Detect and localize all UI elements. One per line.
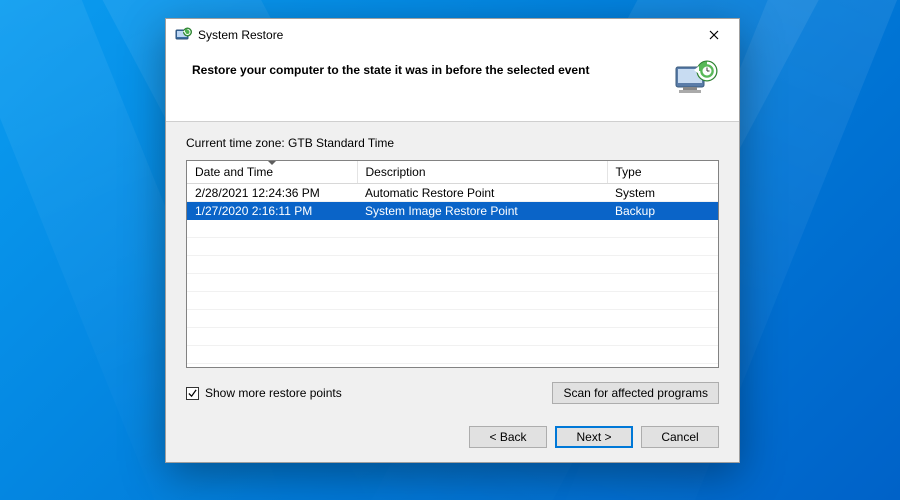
table-row-empty bbox=[187, 274, 718, 292]
table-row[interactable]: 1/27/2020 2:16:11 PMSystem Image Restore… bbox=[187, 202, 718, 220]
restore-points-table: Date and Time Description Type 2/28/2021… bbox=[186, 160, 719, 368]
title-bar: System Restore bbox=[166, 19, 739, 49]
close-button[interactable] bbox=[697, 25, 731, 45]
column-header-type[interactable]: Type bbox=[607, 161, 718, 184]
table-row-empty bbox=[187, 292, 718, 310]
column-header-date[interactable]: Date and Time bbox=[187, 161, 357, 184]
table-row[interactable]: 2/28/2021 12:24:36 PMAutomatic Restore P… bbox=[187, 184, 718, 202]
timezone-label: Current time zone: GTB Standard Time bbox=[186, 136, 719, 150]
system-restore-dialog: System Restore Restore your computer to … bbox=[165, 18, 740, 463]
dialog-footer: < Back Next > Cancel bbox=[166, 414, 739, 462]
sort-descending-icon bbox=[268, 161, 276, 165]
system-restore-icon bbox=[174, 26, 192, 44]
show-more-restore-points-checkbox[interactable]: Show more restore points bbox=[186, 386, 342, 400]
table-cell-date: 1/27/2020 2:16:11 PM bbox=[187, 202, 357, 220]
back-button[interactable]: < Back bbox=[469, 426, 547, 448]
cancel-button[interactable]: Cancel bbox=[641, 426, 719, 448]
table-cell-desc: System Image Restore Point bbox=[357, 202, 607, 220]
show-more-restore-points-label: Show more restore points bbox=[205, 386, 342, 400]
dialog-header: Restore your computer to the state it wa… bbox=[166, 49, 739, 122]
checkbox-icon bbox=[186, 387, 199, 400]
scan-affected-programs-button[interactable]: Scan for affected programs bbox=[552, 382, 719, 404]
table-row-empty bbox=[187, 328, 718, 346]
table-cell-type: System bbox=[607, 184, 718, 202]
table-row-empty bbox=[187, 238, 718, 256]
table-row-empty bbox=[187, 220, 718, 238]
table-row-empty bbox=[187, 346, 718, 364]
column-header-description[interactable]: Description bbox=[357, 161, 607, 184]
column-header-date-label: Date and Time bbox=[195, 165, 273, 179]
table-cell-type: Backup bbox=[607, 202, 718, 220]
window-title: System Restore bbox=[198, 28, 697, 42]
restore-header-icon bbox=[673, 59, 719, 99]
table-row-empty bbox=[187, 256, 718, 274]
table-cell-date: 2/28/2021 12:24:36 PM bbox=[187, 184, 357, 202]
table-cell-desc: Automatic Restore Point bbox=[357, 184, 607, 202]
table-row-empty bbox=[187, 310, 718, 328]
page-heading: Restore your computer to the state it wa… bbox=[192, 59, 653, 77]
next-button[interactable]: Next > bbox=[555, 426, 633, 448]
dialog-body: Current time zone: GTB Standard Time Dat… bbox=[166, 122, 739, 414]
